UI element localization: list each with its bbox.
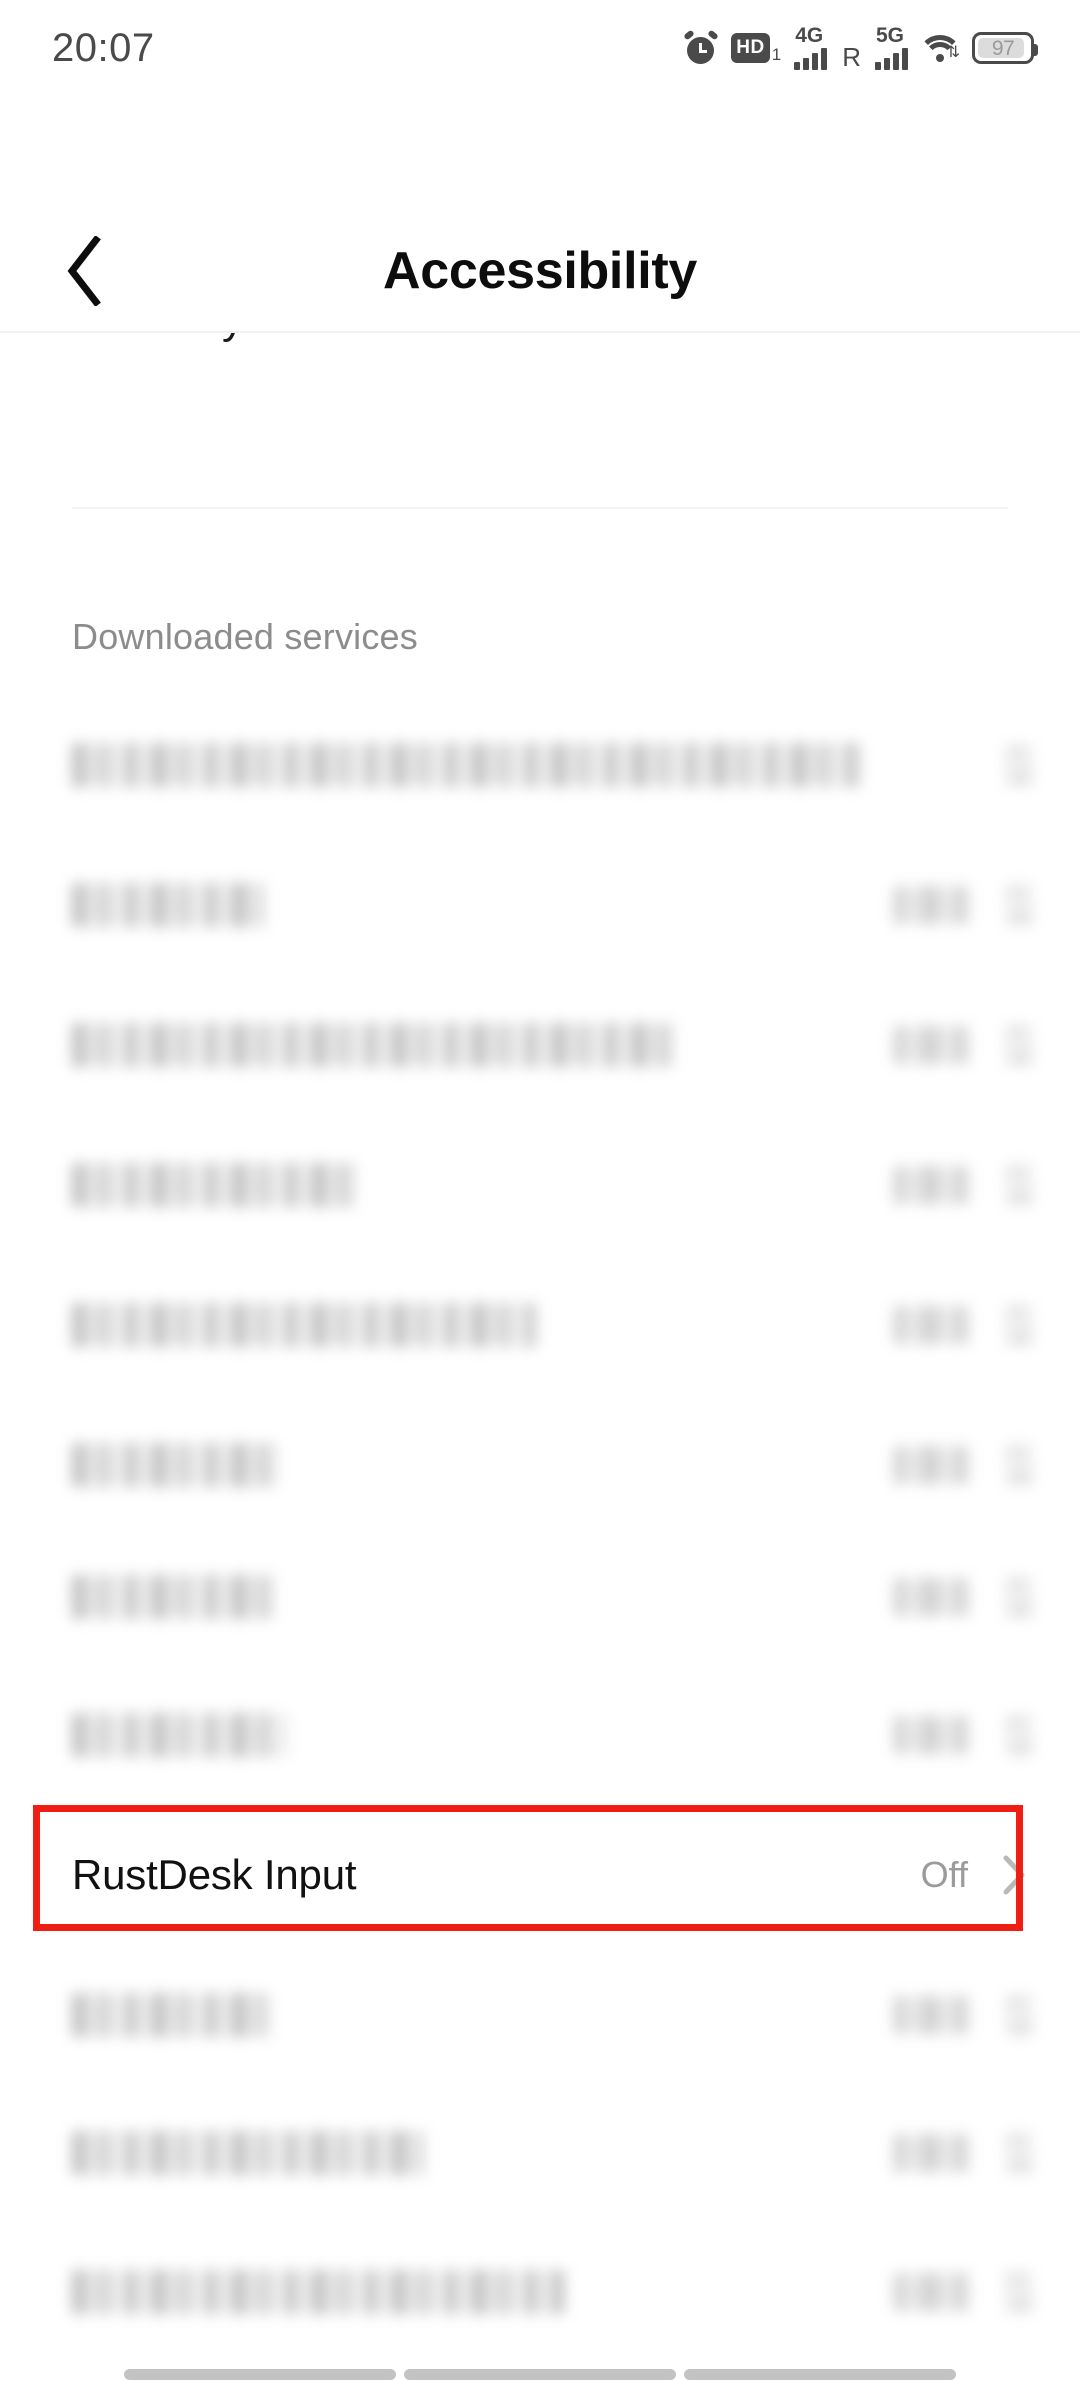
accessibility-settings-screen: 20:07 HD 1 4G R 5G ⇅ 97 Accessibility Do…	[0, 0, 1080, 2400]
sim1-signal-icon: 4G	[794, 24, 828, 70]
chevron-right-icon	[1006, 2133, 1032, 2173]
chevron-right-icon	[1006, 1715, 1032, 1755]
service-row-label-redacted	[72, 743, 862, 787]
service-row[interactable]	[0, 1665, 1080, 1805]
service-row[interactable]	[0, 2083, 1080, 2223]
service-row-status-redacted	[894, 1578, 968, 1616]
hd-voice-sim-index: 1	[771, 45, 782, 64]
status-bar-clock: 20:07	[52, 26, 155, 70]
service-row-status-redacted	[894, 1166, 968, 1204]
chevron-right-icon	[1006, 745, 1032, 785]
chevron-right-icon	[1006, 1445, 1032, 1485]
battery-icon: 97	[972, 32, 1038, 64]
service-row-label-redacted	[72, 2270, 564, 2314]
nav-segment-recents[interactable]	[124, 2368, 396, 2380]
service-row-label-redacted	[72, 1713, 286, 1757]
service-row-label-redacted	[72, 883, 264, 927]
chevron-right-icon	[1006, 885, 1032, 925]
wifi-icon: ⇅	[918, 33, 962, 63]
service-row-status-redacted	[894, 1996, 968, 2034]
service-row-status-redacted	[894, 1306, 968, 1344]
sim1-signal-bars	[794, 46, 828, 70]
service-row-status-redacted	[894, 886, 968, 924]
sim2-network-label: 5G	[876, 24, 905, 48]
service-row-label-redacted	[72, 2131, 424, 2175]
battery-level-label: 97	[991, 36, 1015, 60]
nav-segment-back[interactable]	[684, 2368, 956, 2380]
service-row[interactable]	[0, 695, 1080, 835]
section-header-downloaded-services: Downloaded services	[72, 616, 418, 657]
header-divider	[0, 331, 1080, 333]
service-row-label-redacted	[72, 1303, 536, 1347]
service-row[interactable]	[0, 2222, 1080, 2362]
sim2-signal-bars	[875, 46, 908, 70]
service-row-status-redacted	[894, 1026, 968, 1064]
section-divider	[72, 507, 1008, 509]
service-row-label-redacted	[72, 1443, 278, 1487]
service-row[interactable]	[0, 1115, 1080, 1255]
service-row-label-redacted	[72, 1993, 268, 2037]
sim1-network-label: 4G	[795, 24, 824, 48]
chevron-right-icon	[1006, 1025, 1032, 1065]
service-row[interactable]	[0, 1527, 1080, 1667]
nav-segment-home[interactable]	[404, 2368, 676, 2380]
service-row-label-redacted	[72, 1163, 356, 1207]
app-bar: Accessibility	[0, 96, 1080, 332]
service-row[interactable]	[0, 835, 1080, 975]
chevron-right-icon	[1006, 1165, 1032, 1205]
service-row-label-redacted	[72, 1023, 672, 1067]
hd-voice-icon: HD 1	[731, 33, 781, 63]
roaming-icon: R	[842, 41, 861, 72]
clipped-text-remnant: y	[222, 333, 242, 349]
service-row-status-redacted	[894, 2134, 968, 2172]
sim2-signal-icon: 5G	[875, 24, 908, 70]
alarm-icon	[683, 29, 720, 65]
service-row-status-redacted	[894, 2273, 968, 2311]
chevron-right-icon	[1006, 2272, 1032, 2312]
status-bar-icons: HD 1 4G R 5G ⇅ 97	[683, 24, 1038, 72]
service-row[interactable]	[0, 1395, 1080, 1535]
service-row-label-redacted	[72, 1575, 272, 1619]
highlight-annotation-box	[33, 1805, 1023, 1931]
chevron-right-icon	[1006, 1577, 1032, 1617]
service-row-status-redacted	[894, 1446, 968, 1484]
service-row-status-redacted	[894, 1716, 968, 1754]
hd-voice-label: HD	[731, 33, 770, 63]
chevron-right-icon	[1006, 1995, 1032, 2035]
service-row[interactable]	[0, 1945, 1080, 2085]
chevron-right-icon	[1006, 1305, 1032, 1345]
service-row[interactable]	[0, 1255, 1080, 1395]
status-bar: 20:07 HD 1 4G R 5G ⇅ 97	[0, 0, 1080, 96]
page-title: Accessibility	[382, 242, 698, 300]
service-row[interactable]	[0, 975, 1080, 1115]
navigation-bar	[0, 2356, 1080, 2392]
